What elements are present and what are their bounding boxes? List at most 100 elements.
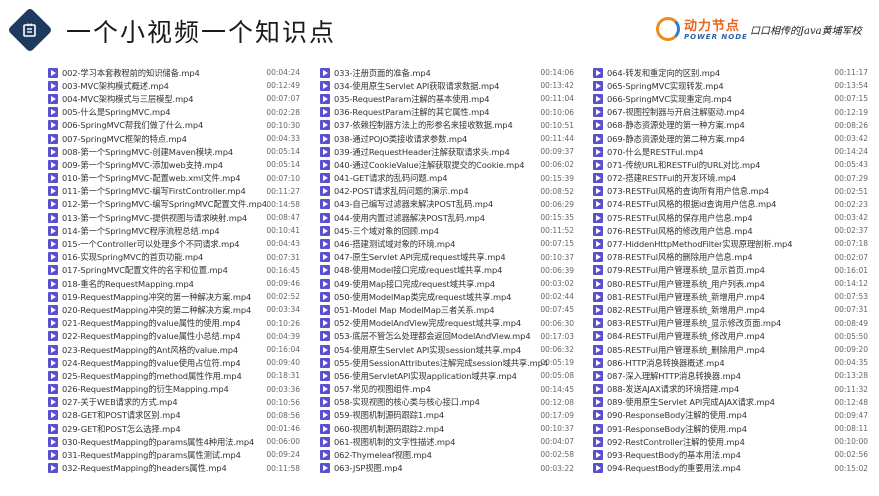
- list-item[interactable]: 050-使用ModelMap类完成request域共享.mp4 00:02:44: [320, 290, 574, 303]
- list-item[interactable]: 010-第一个SpringMVC-配置web.xml文件.mp4 00:07:10: [48, 172, 300, 185]
- list-item[interactable]: 094-RequestBody的重要用法.mp4 00:15:02: [593, 462, 868, 475]
- list-item[interactable]: 027-关于WEB请求的方式.mp4 00:10:56: [48, 396, 300, 409]
- list-item[interactable]: 072-搭建RESTFul的开发环境.mp4 00:07:29: [593, 172, 868, 185]
- list-item[interactable]: 008-第一个SpringMVC-创建Maven模块.mp4 00:05:14: [48, 145, 300, 158]
- list-item[interactable]: 044-使用内置过滤器解决POST乱码.mp4 00:15:35: [320, 211, 574, 224]
- list-item[interactable]: 087-深入理解HTTP消息转换器.mp4 00:13:28: [593, 369, 868, 382]
- list-item[interactable]: 060-视图机制源码跟踪2.mp4 00:10:37: [320, 422, 574, 435]
- list-item[interactable]: 056-使用ServletAPI实现application域共享.mp4 00:0…: [320, 369, 574, 382]
- list-item[interactable]: 043-自己编写过滤器来解决POST乱码.mp4 00:06:29: [320, 198, 574, 211]
- list-item[interactable]: 068-静态资源处理的第一种方案.mp4 00:08:26: [593, 119, 868, 132]
- list-item[interactable]: 059-视图机制源码跟踪1.mp4 00:17:09: [320, 409, 574, 422]
- list-item[interactable]: 039-通过RequestHeader注解获取请求头.mp4 00:09:37: [320, 145, 574, 158]
- list-item[interactable]: 061-视图机制的文字性描述.mp4 00:04:07: [320, 435, 574, 448]
- list-item[interactable]: 022-RequestMapping的value属性小总结.mp4 00:04:3…: [48, 330, 300, 343]
- list-item[interactable]: 074-RESTFul风格的根据id查询用户信息.mp4 00:02:23: [593, 198, 868, 211]
- list-item[interactable]: 093-RequestBody的基本用法.mp4 00:02:56: [593, 448, 868, 461]
- list-item[interactable]: 080-RESTFul用户管理系统_用户列表.mp4 00:14:12: [593, 277, 868, 290]
- list-item[interactable]: 040-通过CookieValue注解获取提交的Cookie.mp4 00:06:…: [320, 158, 574, 171]
- list-item[interactable]: 026-RequestMapping的衍生Mapping.mp4 00:03:36: [48, 383, 300, 396]
- list-item[interactable]: 084-RESTFul用户管理系统_修改用户.mp4 00:05:50: [593, 330, 868, 343]
- list-item[interactable]: 051-Model Map ModelMap三者关系.mp4 00:07:45: [320, 303, 574, 316]
- list-item[interactable]: 076-RESTFul风格的修改用户信息.mp4 00:02:37: [593, 224, 868, 237]
- list-item[interactable]: 054-使用原生Servlet API实现session域共享.mp4 00:06…: [320, 343, 574, 356]
- list-item[interactable]: 011-第一个SpringMVC-编写FirstController.mp4 00…: [48, 185, 300, 198]
- list-item[interactable]: 090-ResponseBody注解的使用.mp4 00:09:47: [593, 409, 868, 422]
- list-item[interactable]: 077-HiddenHttpMethodFilter实现原理剖析.mp4 00:0…: [593, 237, 868, 250]
- list-item[interactable]: 016-实现SpringMVC的首页功能.mp4 00:07:31: [48, 251, 300, 264]
- list-item[interactable]: 081-RESTFul用户管理系统_新增用户.mp4 00:07:53: [593, 290, 868, 303]
- list-item[interactable]: 019-RequestMapping冲突的第一种解决方案.mp4 00:02:52: [48, 290, 300, 303]
- list-item[interactable]: 021-RequestMapping的value属性的使用.mp4 00:10:2…: [48, 317, 300, 330]
- list-item[interactable]: 015-一个Controller可以处理多个不同请求.mp4 00:04:43: [48, 237, 300, 250]
- list-item[interactable]: 069-静态资源处理的第二种方案.mp4 00:03:42: [593, 132, 868, 145]
- list-item[interactable]: 058-实现视图的核心类与核心接口.mp4 00:12:08: [320, 396, 574, 409]
- list-item[interactable]: 089-使用原生Servlet API完成AJAX请求.mp4 00:12:48: [593, 396, 868, 409]
- list-item[interactable]: 005-什么是SpringMVC.mp4 00:02:28: [48, 106, 300, 119]
- list-item[interactable]: 041-GET请求的乱码问题.mp4 00:15:39: [320, 172, 574, 185]
- list-item[interactable]: 073-RESTFul风格的查询所有用户信息.mp4 00:02:51: [593, 185, 868, 198]
- list-item[interactable]: 033-注册页面的准备.mp4 00:14:06: [320, 66, 574, 79]
- list-item[interactable]: 070-什么是RESTFul.mp4 00:14:24: [593, 145, 868, 158]
- list-item[interactable]: 086-HTTP消息转换器概述.mp4 00:04:35: [593, 356, 868, 369]
- list-item[interactable]: 003-MVC架构模式概述.mp4 00:12:49: [48, 79, 300, 92]
- list-item[interactable]: 085-RESTFul用户管理系统_删除用户.mp4 00:09:20: [593, 343, 868, 356]
- list-item[interactable]: 064-转发和重定向的区别.mp4 00:11:17: [593, 66, 868, 79]
- list-item[interactable]: 007-SpringMVC框架的特点.mp4 00:04:33: [48, 132, 300, 145]
- list-item[interactable]: 062-Thymeleaf视图.mp4 00:02:58: [320, 448, 574, 461]
- list-item[interactable]: 037-依赖控制器方法上的形参名来接收数据.mp4 00:10:51: [320, 119, 574, 132]
- list-item[interactable]: 009-第一个SpringMVC-添加web支持.mp4 00:05:14: [48, 158, 300, 171]
- list-item[interactable]: 029-GET和POST怎么选择.mp4 00:01:46: [48, 422, 300, 435]
- list-item[interactable]: 052-使用ModelAndView完成request域共享.mp4 00:06:…: [320, 317, 574, 330]
- file-name: 088-发送AJAX请求的环境搭建.mp4: [607, 384, 740, 395]
- list-item[interactable]: 023-RequestMapping的Ant风格的value.mp4 00:16:…: [48, 343, 300, 356]
- list-item[interactable]: 091-ResponseBody注解的使用.mp4 00:08:11: [593, 422, 868, 435]
- list-item[interactable]: 018-重名的RequestMapping.mp4 00:09:46: [48, 277, 300, 290]
- list-item[interactable]: 082-RESTFul用户管理系统_新增用户.mp4 00:07:31: [593, 303, 868, 316]
- list-item[interactable]: 066-SpringMVC实现重定向.mp4 00:07:15: [593, 92, 868, 105]
- list-item[interactable]: 035-RequestParam注解的基本使用.mp4 00:11:04: [320, 92, 574, 105]
- list-item[interactable]: 078-RESTFul风格的删除用户信息.mp4 00:02:07: [593, 251, 868, 264]
- list-item[interactable]: 092-RestController注解的使用.mp4 00:10:00: [593, 435, 868, 448]
- list-item[interactable]: 006-SpringMVC帮我们做了什么.mp4 00:10:30: [48, 119, 300, 132]
- file-duration: 00:04:35: [834, 358, 868, 368]
- list-item[interactable]: 071-传统URL和RESTFul的URL对比.mp4 00:05:43: [593, 158, 868, 171]
- list-item[interactable]: 020-RequestMapping冲突的第二种解决方案.mp4 00:03:34: [48, 303, 300, 316]
- list-item[interactable]: 047-原生Servlet API完成request域共享.mp4 00:10:3…: [320, 251, 574, 264]
- list-item[interactable]: 030-RequestMapping的params属性4种用法.mp4 00:06…: [48, 435, 300, 448]
- list-item[interactable]: 067-视图控制器与开启注解驱动.mp4 00:12:19: [593, 106, 868, 119]
- list-item[interactable]: 017-SpringMVC配置文件的名字和位置.mp4 00:16:45: [48, 264, 300, 277]
- list-item[interactable]: 088-发送AJAX请求的环境搭建.mp4 00:11:32: [593, 383, 868, 396]
- list-item[interactable]: 013-第一个SpringMVC-提供视图与请求映射.mp4 00:08:47: [48, 211, 300, 224]
- list-item[interactable]: 038-通过POJO类接收请求参数.mp4 00:11:44: [320, 132, 574, 145]
- list-item[interactable]: 046-搭建测试域对象的环境.mp4 00:07:15: [320, 237, 574, 250]
- list-item[interactable]: 002-学习本套教程前的知识储备.mp4 00:04:24: [48, 66, 300, 79]
- list-item[interactable]: 063-JSP视图.mp4 00:03:22: [320, 462, 574, 475]
- list-item[interactable]: 034-使用原生Servlet API获取请求数据.mp4 00:13:42: [320, 79, 574, 92]
- list-item[interactable]: 075-RESTFul风格的保存用户信息.mp4 00:03:42: [593, 211, 868, 224]
- list-item[interactable]: 049-使用Map接口完成request域共享.mp4 00:03:02: [320, 277, 574, 290]
- list-item[interactable]: 028-GET和POST请求区别.mp4 00:08:56: [48, 409, 300, 422]
- list-item[interactable]: 057-常见的视图组件.mp4 00:14:45: [320, 383, 574, 396]
- file-duration: 00:15:02: [834, 463, 868, 473]
- list-item[interactable]: 012-第一个SpringMVC-编写SpringMVC配置文件.mp4 00:1…: [48, 198, 300, 211]
- list-item[interactable]: 048-使用Model接口完成request域共享.mp4 00:06:39: [320, 264, 574, 277]
- list-item[interactable]: 036-RequestParam注解的其它属性.mp4 00:10:06: [320, 106, 574, 119]
- list-item[interactable]: 042-POST请求乱码问题的演示.mp4 00:08:52: [320, 185, 574, 198]
- list-item[interactable]: 083-RESTFul用户管理系统_显示修改页面.mp4 00:08:49: [593, 317, 868, 330]
- list-item[interactable]: 025-RequestMapping的method属性作用.mp4 00:18:3…: [48, 369, 300, 382]
- list-item[interactable]: 079-RESTFul用户管理系统_显示首页.mp4 00:16:01: [593, 264, 868, 277]
- list-item[interactable]: 053-底层不管怎么处理都会返回ModelAndView.mp4 00:17:03: [320, 330, 574, 343]
- list-item[interactable]: 014-第一个SpringMVC程序流程总结.mp4 00:10:41: [48, 224, 300, 237]
- list-item[interactable]: 024-RequestMapping的value使用占位符.mp4 00:09:4…: [48, 356, 300, 369]
- file-duration: 00:05:19: [540, 358, 574, 368]
- file-duration: 00:07:53: [834, 292, 868, 302]
- list-item[interactable]: 031-RequestMapping的params属性测试.mp4 00:09:2…: [48, 448, 300, 461]
- list-item[interactable]: 032-RequestMapping的headers属性.mp4 00:11:58: [48, 462, 300, 475]
- file-name: 061-视图机制的文字性描述.mp4: [334, 436, 456, 447]
- file-duration: 00:14:12: [834, 279, 868, 288]
- list-item[interactable]: 055-使用SessionAttributes注解完成session域共享.mp…: [320, 356, 574, 369]
- list-item[interactable]: 065-SpringMVC实现转发.mp4 00:13:54: [593, 79, 868, 92]
- list-item[interactable]: 045-三个域对象的回顾.mp4 00:11:52: [320, 224, 574, 237]
- list-item[interactable]: 004-MVC架构模式与三层模型.mp4 00:07:07: [48, 92, 300, 105]
